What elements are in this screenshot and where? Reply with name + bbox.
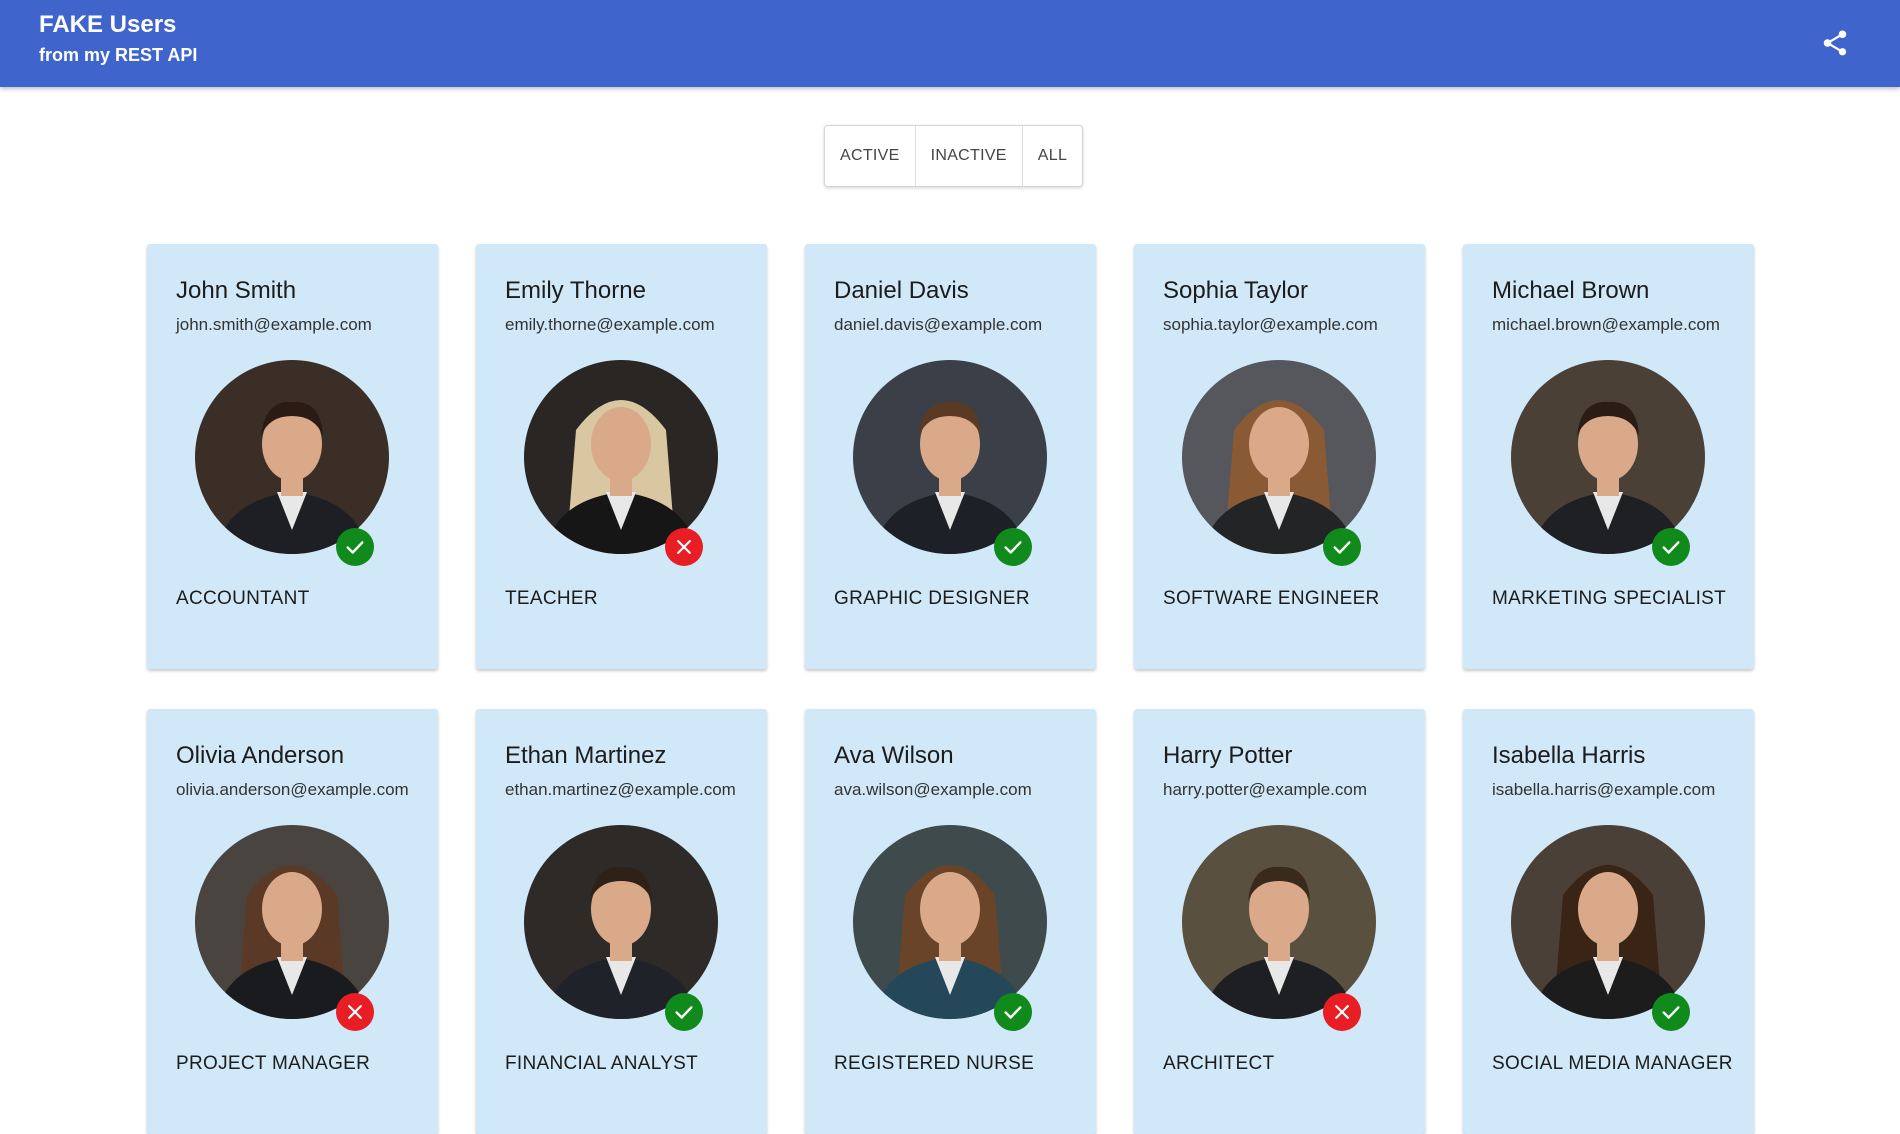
user-name: Isabella Harris: [1492, 742, 1646, 769]
user-role: SOCIAL MEDIA MANAGER: [1492, 1053, 1733, 1074]
user-name: Olivia Anderson: [176, 742, 345, 769]
user-card[interactable]: Sophia Taylor sophia.taylor@example.com …: [1134, 244, 1425, 669]
avatar: [1511, 360, 1705, 554]
user-card[interactable]: John Smith john.smith@example.com ACCOUN…: [147, 244, 438, 669]
user-name: Emily Thorne: [505, 277, 646, 304]
active-check-icon: [336, 528, 374, 566]
status-filter: ACTIVE INACTIVE ALL: [824, 125, 1084, 187]
user-name: Harry Potter: [1163, 742, 1293, 769]
user-role: TEACHER: [505, 588, 598, 609]
user-card[interactable]: Ava Wilson ava.wilson@example.com REGIST…: [805, 709, 1096, 1134]
avatar: [524, 825, 718, 1019]
inactive-x-icon: [336, 993, 374, 1031]
user-card[interactable]: Michael Brown michael.brown@example.com …: [1463, 244, 1754, 669]
active-check-icon: [1652, 528, 1690, 566]
app-subtitle: from my REST API: [39, 45, 198, 65]
avatar: [195, 825, 389, 1019]
user-role: GRAPHIC DESIGNER: [834, 588, 1030, 609]
user-name: Ethan Martinez: [505, 742, 667, 769]
user-role: SOFTWARE ENGINEER: [1163, 588, 1380, 609]
avatar: [1182, 825, 1376, 1019]
active-check-icon: [665, 993, 703, 1031]
user-name: Michael Brown: [1492, 277, 1650, 304]
user-role: PROJECT MANAGER: [176, 1053, 371, 1074]
user-name: Sophia Taylor: [1163, 277, 1308, 304]
filter-all-button[interactable]: ALL: [1023, 126, 1082, 186]
user-name: Daniel Davis: [834, 277, 969, 304]
app-title: FAKE Users: [39, 11, 177, 38]
user-role: FINANCIAL ANALYST: [505, 1053, 699, 1074]
user-role: ACCOUNTANT: [176, 588, 310, 609]
user-grid: John Smith john.smith@example.com ACCOUN…: [147, 244, 1755, 1134]
user-card[interactable]: Emily Thorne emily.thorne@example.com TE…: [476, 244, 767, 669]
user-email: ethan.martinez@example.com: [505, 780, 736, 799]
user-card[interactable]: Olivia Anderson olivia.anderson@example.…: [147, 709, 438, 1134]
user-email: sophia.taylor@example.com: [1163, 315, 1378, 334]
user-email: harry.potter@example.com: [1163, 780, 1368, 799]
share-icon[interactable]: [1820, 28, 1850, 58]
user-role: ARCHITECT: [1163, 1053, 1275, 1074]
user-role: REGISTERED NURSE: [834, 1053, 1035, 1074]
user-card[interactable]: Ethan Martinez ethan.martinez@example.co…: [476, 709, 767, 1134]
user-name: Ava Wilson: [834, 742, 954, 769]
user-card[interactable]: Harry Potter harry.potter@example.com AR…: [1134, 709, 1425, 1134]
active-check-icon: [994, 993, 1032, 1031]
avatar: [1182, 360, 1376, 554]
active-check-icon: [1323, 528, 1361, 566]
user-email: isabella.harris@example.com: [1492, 780, 1716, 799]
user-card[interactable]: Daniel Davis daniel.davis@example.com GR…: [805, 244, 1096, 669]
user-email: emily.thorne@example.com: [505, 315, 715, 334]
inactive-x-icon: [1323, 993, 1361, 1031]
user-email: olivia.anderson@example.com: [176, 780, 409, 799]
user-email: john.smith@example.com: [176, 315, 372, 334]
user-card[interactable]: Isabella Harris isabella.harris@example.…: [1463, 709, 1754, 1134]
user-email: michael.brown@example.com: [1492, 315, 1720, 334]
avatar: [195, 360, 389, 554]
active-check-icon: [1652, 993, 1690, 1031]
user-email: ava.wilson@example.com: [834, 780, 1032, 799]
user-role: MARKETING SPECIALIST: [1492, 588, 1727, 609]
user-email: daniel.davis@example.com: [834, 315, 1043, 334]
app-bar: FAKE Users from my REST API: [0, 0, 1900, 87]
avatar: [853, 825, 1047, 1019]
avatar: [853, 360, 1047, 554]
avatar: [1511, 825, 1705, 1019]
active-check-icon: [994, 528, 1032, 566]
avatar: [524, 360, 718, 554]
user-name: John Smith: [176, 277, 297, 304]
filter-inactive-button[interactable]: INACTIVE: [916, 126, 1023, 186]
filter-active-button[interactable]: ACTIVE: [825, 126, 916, 186]
inactive-x-icon: [665, 528, 703, 566]
